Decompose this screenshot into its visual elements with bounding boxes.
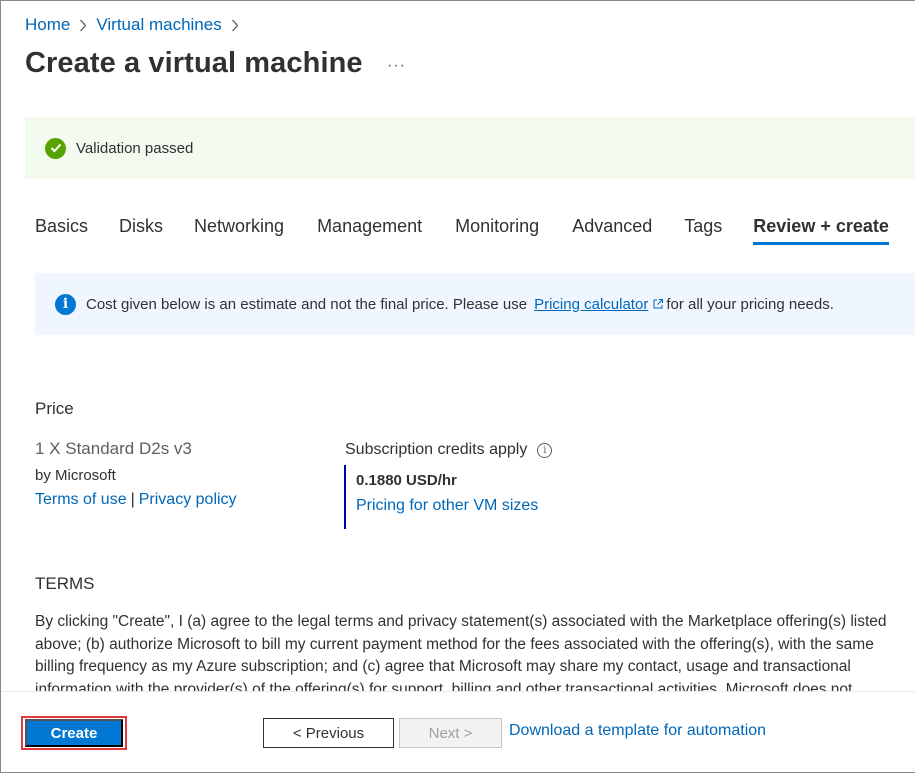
wizard-tabs: Basics Disks Networking Management Monit… [35, 216, 889, 245]
validation-banner: Validation passed [25, 117, 915, 179]
terms-line: By clicking "Create", I (a) agree to the… [35, 613, 887, 630]
validation-message: Validation passed [76, 139, 194, 157]
terms-of-use-link[interactable]: Terms of use [35, 491, 127, 508]
tab-tags[interactable]: Tags [684, 216, 722, 245]
page-title: Create a virtual machine [25, 47, 363, 79]
terms-line: billing frequency as my Azure subscripti… [35, 658, 851, 675]
info-banner: i Cost given below is an estimate and no… [35, 273, 915, 335]
footer-bar: Create < Previous Next > Download a temp… [1, 691, 915, 772]
previous-button[interactable]: < Previous [263, 718, 394, 748]
pricing-calculator-link[interactable]: Pricing calculator [534, 296, 648, 313]
breadcrumb-virtual-machines[interactable]: Virtual machines [96, 15, 221, 35]
tab-advanced[interactable]: Advanced [572, 216, 652, 245]
price-box: 0.1880 USD/hr Pricing for other VM sizes [344, 465, 538, 529]
download-template-link[interactable]: Download a template for automation [509, 722, 766, 740]
info-text-before: Cost given below is an estimate and not … [86, 295, 528, 313]
page-frame: Home Virtual machines Create a virtual m… [0, 0, 915, 773]
next-button[interactable]: Next > [399, 718, 502, 748]
breadcrumb-home[interactable]: Home [25, 15, 70, 35]
tab-management[interactable]: Management [317, 216, 422, 245]
pricing-other-sizes-link[interactable]: Pricing for other VM sizes [356, 497, 538, 515]
tab-networking[interactable]: Networking [194, 216, 284, 245]
product-publisher: by Microsoft [35, 467, 116, 484]
product-name: 1 X Standard D2s v3 [35, 439, 192, 458]
external-link-icon [652, 298, 664, 310]
create-button-highlight: Create [21, 716, 127, 750]
check-circle-icon [45, 137, 66, 159]
privacy-policy-link[interactable]: Privacy policy [139, 491, 237, 508]
subscription-credits-label: Subscription credits apply [345, 441, 528, 458]
chevron-right-icon [79, 19, 87, 32]
terms-line: above; (b) authorize Microsoft to bill m… [35, 635, 874, 653]
chevron-right-icon [231, 19, 239, 32]
terms-section-title: TERMS [35, 574, 95, 593]
more-options-button[interactable]: ··· [387, 57, 406, 75]
info-icon: i [55, 293, 76, 315]
subscription-credits: Subscription credits apply i [345, 441, 553, 459]
create-button[interactable]: Create [25, 719, 123, 747]
product-links: Terms of use | Privacy policy [35, 491, 237, 509]
tab-disks[interactable]: Disks [119, 216, 163, 245]
tab-basics[interactable]: Basics [35, 216, 88, 245]
price-section-title: Price [35, 399, 74, 418]
price-value: 0.1880 USD/hr [356, 472, 457, 489]
terms-text: By clicking "Create", I (a) agree to the… [35, 611, 915, 701]
tab-review-create[interactable]: Review + create [753, 216, 889, 245]
link-separator: | [130, 491, 135, 508]
breadcrumb: Home Virtual machines [25, 15, 248, 35]
info-circle-icon[interactable]: i [537, 442, 553, 458]
info-text-after: for all your pricing needs. [666, 295, 834, 313]
tab-monitoring[interactable]: Monitoring [455, 216, 539, 245]
